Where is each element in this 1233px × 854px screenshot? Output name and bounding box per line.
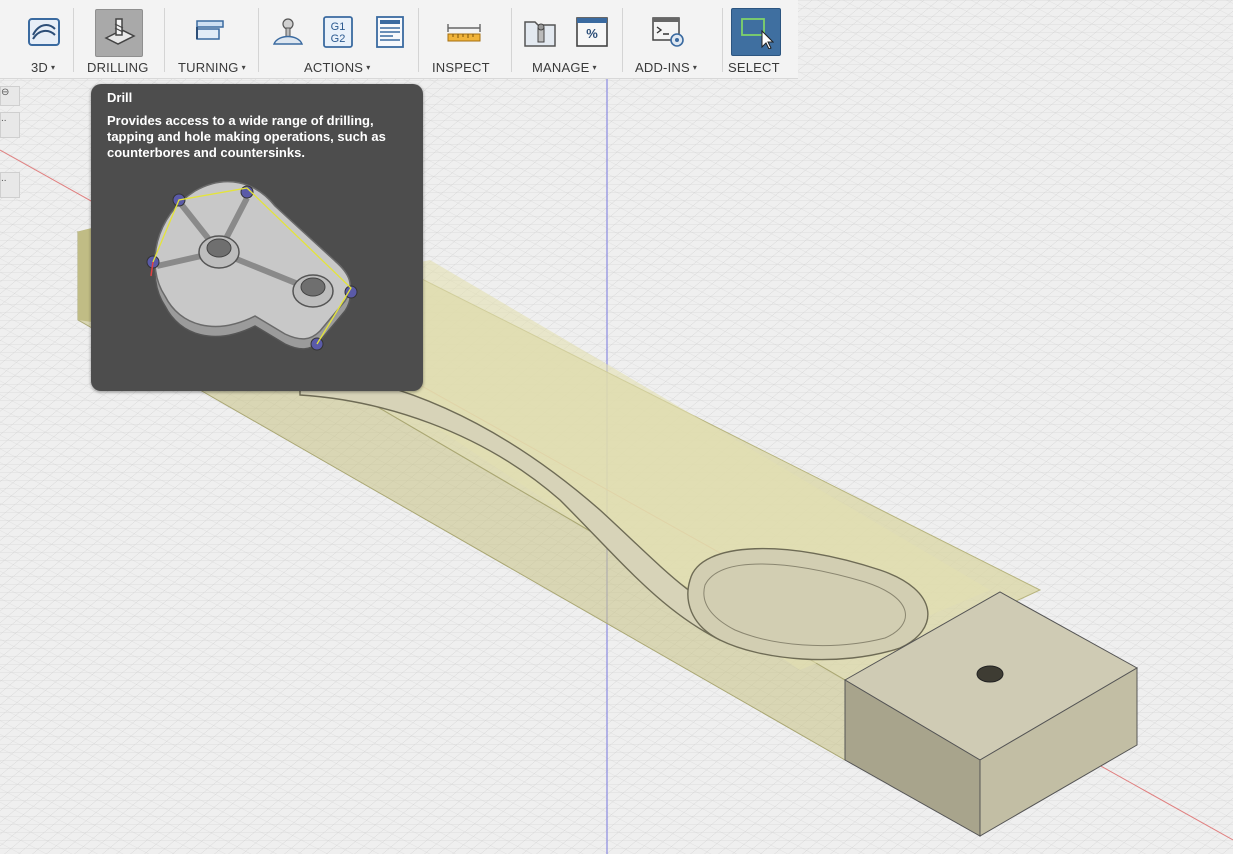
- fixture-hole[interactable]: [976, 665, 1004, 683]
- simulate-icon[interactable]: [264, 10, 308, 54]
- 3d-adaptive-icon[interactable]: [22, 10, 66, 54]
- toolbar-label-drilling[interactable]: DRILLING: [87, 60, 149, 75]
- collapse-icon[interactable]: ⊖: [0, 86, 20, 106]
- drill-preview-image: [146, 180, 358, 351]
- toolbar-group-drilling[interactable]: DRILLING: [80, 0, 156, 78]
- toolbar-group-select[interactable]: SELECT: [726, 0, 798, 78]
- toolbar-label-add-ins[interactable]: ADD-INS ▾: [635, 60, 697, 75]
- toolbar-label-3d[interactable]: 3D ▾: [31, 60, 55, 75]
- post-process-icon[interactable]: G1 G2: [316, 10, 360, 54]
- ribbon-toolbar: 3D ▾ DRILLING TURNING ▾ G1 G2 ACTIONS ▾ …: [0, 0, 798, 79]
- tool-library-icon[interactable]: [518, 10, 562, 54]
- template-library-icon[interactable]: %: [570, 10, 614, 54]
- drill-tooltip: Drill Provides access to a wide range of…: [91, 84, 423, 391]
- gcode-g1: G1: [331, 21, 346, 33]
- toolbar-group-turning[interactable]: TURNING ▾: [168, 0, 256, 78]
- toolbar-label-turning[interactable]: TURNING ▾: [178, 60, 246, 75]
- browser-node[interactable]: ..: [0, 172, 20, 198]
- toolbar-group-actions[interactable]: G1 G2 ACTIONS ▾: [262, 0, 416, 78]
- measure-icon[interactable]: [442, 10, 486, 54]
- toolbar-label-manage[interactable]: MANAGE ▾: [532, 60, 597, 75]
- toolbar-group-inspect[interactable]: INSPECT: [422, 0, 508, 78]
- percent-glyph: %: [586, 26, 598, 41]
- stock-left-face: [78, 228, 92, 322]
- browser-node[interactable]: ..: [0, 112, 20, 138]
- tooltip-title: Drill: [107, 90, 133, 105]
- tooltip-description: Provides access to a wide range of drill…: [107, 113, 386, 160]
- drill-icon[interactable]: [95, 9, 143, 57]
- toolbar-group-add-ins[interactable]: ADD-INS ▾: [626, 0, 718, 78]
- select-icon[interactable]: [731, 8, 781, 56]
- turning-icon[interactable]: [188, 10, 232, 54]
- toolbar-group-3d[interactable]: 3D ▾: [0, 0, 72, 78]
- toolbar-label-actions[interactable]: ACTIONS ▾: [304, 60, 370, 75]
- scripts-addins-icon[interactable]: [646, 10, 690, 54]
- setup-sheet-icon[interactable]: [368, 10, 412, 54]
- gcode-g2: G2: [331, 33, 346, 45]
- toolbar-group-manage[interactable]: % MANAGE ▾: [514, 0, 620, 78]
- toolbar-label-select[interactable]: SELECT: [728, 60, 780, 75]
- toolbar-label-inspect[interactable]: INSPECT: [432, 60, 490, 75]
